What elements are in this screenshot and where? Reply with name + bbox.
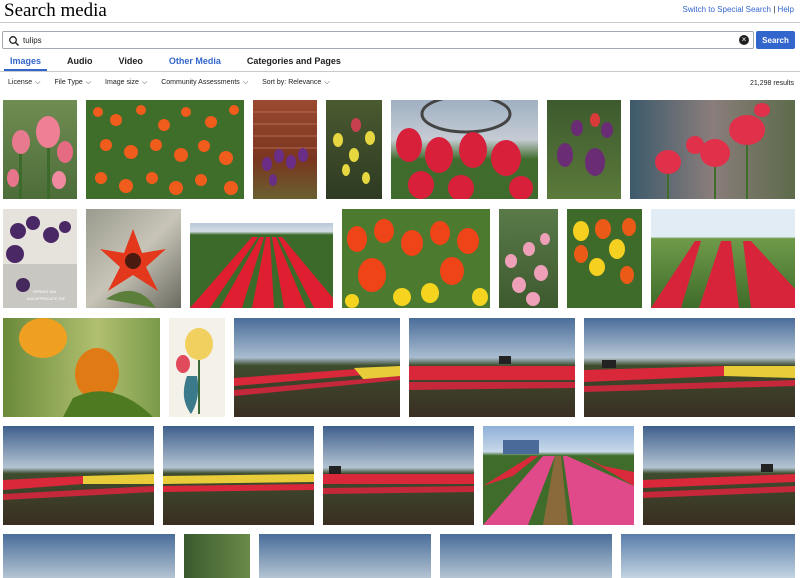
- image-tile[interactable]: [584, 318, 795, 417]
- image-tile[interactable]: [3, 318, 160, 417]
- chevron-down-icon: ⌵: [242, 79, 249, 86]
- search-box[interactable]: ×: [2, 31, 754, 49]
- image-tile[interactable]: [169, 318, 225, 417]
- image-tile[interactable]: [86, 100, 244, 199]
- image-tile[interactable]: [3, 100, 77, 199]
- tab-video[interactable]: Video: [113, 54, 149, 71]
- tab-images[interactable]: Images: [4, 54, 48, 71]
- media-tabs: Images Audio Video Other Media Categorie…: [4, 54, 361, 71]
- image-tile[interactable]: [253, 100, 317, 199]
- image-tile[interactable]: [259, 534, 431, 578]
- image-tile[interactable]: [3, 534, 175, 578]
- header: Search media Switch to Special Search | …: [0, 0, 800, 24]
- special-search-link[interactable]: Switch to Special Search: [683, 5, 772, 14]
- image-tile[interactable]: [499, 209, 558, 308]
- image-tile[interactable]: [630, 100, 795, 199]
- image-tile[interactable]: [483, 426, 634, 525]
- image-tile[interactable]: SPRING MIX AND APPRECIATE THE: [3, 209, 77, 308]
- image-tile[interactable]: [184, 534, 250, 578]
- filter-bar: License ⌵ File Type ⌵ Image size ⌵ Communit…: [8, 79, 344, 87]
- tab-categories-and-pages[interactable]: Categories and Pages: [241, 54, 347, 71]
- image-tile[interactable]: [3, 426, 154, 525]
- filter-license[interactable]: License ⌵: [8, 79, 40, 87]
- image-tile[interactable]: [326, 100, 382, 199]
- clear-icon[interactable]: ×: [739, 35, 749, 45]
- tabs-divider: [0, 71, 800, 72]
- image-tile[interactable]: [440, 534, 612, 578]
- image-tile[interactable]: [342, 209, 490, 308]
- image-tile[interactable]: [86, 209, 181, 308]
- image-tile[interactable]: [651, 209, 795, 308]
- image-tile[interactable]: [547, 100, 621, 199]
- image-tile[interactable]: [391, 100, 538, 199]
- filter-image-size[interactable]: Image size ⌵: [105, 79, 147, 87]
- image-tile[interactable]: [567, 209, 642, 308]
- image-tile[interactable]: [643, 426, 795, 525]
- tab-audio[interactable]: Audio: [61, 54, 99, 71]
- tab-other-media[interactable]: Other Media: [163, 54, 227, 71]
- results-count: 21,298 results: [750, 80, 794, 87]
- top-links: Switch to Special Search | Help: [683, 5, 795, 14]
- link-separator: |: [773, 5, 776, 14]
- chevron-down-icon: ⌵: [85, 79, 92, 86]
- search-icon: [8, 34, 20, 46]
- filter-sort[interactable]: Sort by: Relevance ⌵: [262, 79, 329, 87]
- image-tile[interactable]: [190, 223, 333, 308]
- filter-file-type[interactable]: File Type ⌵: [54, 79, 91, 87]
- image-tile[interactable]: [234, 318, 400, 417]
- chevron-down-icon: ⌵: [35, 79, 41, 86]
- filter-community-assessments[interactable]: Community Assessments ⌵: [161, 79, 248, 87]
- image-tile[interactable]: [323, 426, 474, 525]
- divider: [0, 22, 800, 23]
- image-tile[interactable]: [409, 318, 575, 417]
- image-tile[interactable]: [621, 534, 795, 578]
- chevron-down-icon: ⌵: [324, 79, 330, 86]
- image-caption: AND APPRECIATE THE: [27, 297, 66, 301]
- search-button[interactable]: Search: [756, 31, 795, 49]
- help-link[interactable]: Help: [778, 5, 794, 14]
- chevron-down-icon: ⌵: [141, 79, 148, 86]
- search-input[interactable]: [23, 33, 723, 47]
- image-tile[interactable]: [163, 426, 314, 525]
- image-caption: SPRING MIX: [33, 289, 57, 294]
- page-title: Search media: [4, 0, 107, 21]
